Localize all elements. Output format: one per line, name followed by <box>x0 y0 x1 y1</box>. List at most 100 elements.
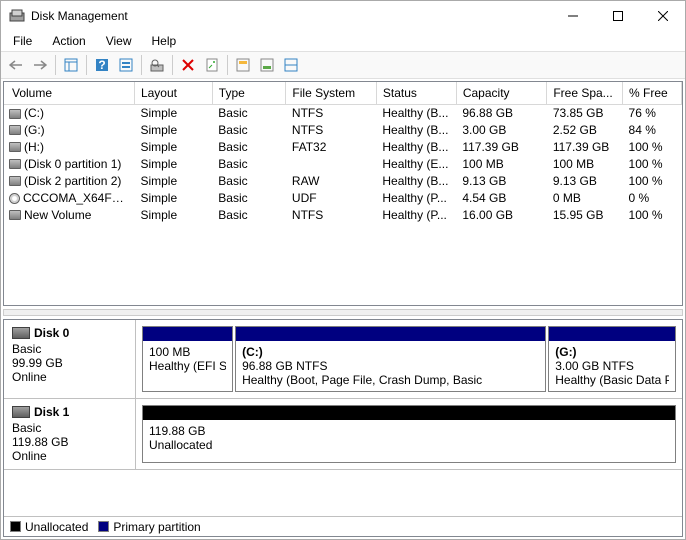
volume-type: Basic <box>212 172 286 189</box>
layout-button[interactable] <box>280 54 302 76</box>
partition[interactable]: (C:) 96.88 GB NTFS Healthy (Boot, Page F… <box>235 326 546 392</box>
volume-pct: 76 % <box>623 104 682 121</box>
volume-pct: 100 % <box>623 172 682 189</box>
drive-icon <box>9 142 21 152</box>
properties-button[interactable] <box>201 54 223 76</box>
volume-status: Healthy (E... <box>376 155 456 172</box>
partition[interactable]: (G:) 3.00 GB NTFS Healthy (Basic Data Pa… <box>548 326 676 392</box>
menu-file[interactable]: File <box>5 32 40 50</box>
volume-free: 2.52 GB <box>547 121 623 138</box>
partition-desc: Healthy (Basic Data Partition) <box>555 373 669 387</box>
delete-button[interactable] <box>177 54 199 76</box>
volume-type: Basic <box>212 206 286 223</box>
disk-row[interactable]: Disk 0 Basic 99.99 GB Online 100 MB Heal… <box>4 320 682 399</box>
table-row[interactable]: (C:) Simple Basic NTFS Healthy (B... 96.… <box>4 104 682 121</box>
volume-layout: Simple <box>134 206 212 223</box>
table-row[interactable]: (Disk 2 partition 2) Simple Basic RAW He… <box>4 172 682 189</box>
disk-type: Basic <box>12 342 127 356</box>
settings-bottom-button[interactable] <box>256 54 278 76</box>
settings-top-button[interactable] <box>232 54 254 76</box>
volume-free: 0 MB <box>547 189 623 206</box>
volume-free: 9.13 GB <box>547 172 623 189</box>
volume-status: Healthy (B... <box>376 121 456 138</box>
drive-icon <box>9 193 20 204</box>
partition-size: 3.00 GB NTFS <box>555 359 669 373</box>
maximize-button[interactable] <box>595 2 640 31</box>
partition-desc: Healthy (EFI Sys <box>149 359 226 373</box>
minimize-button[interactable] <box>550 2 595 31</box>
partition-bar <box>143 327 232 341</box>
col-layout[interactable]: Layout <box>134 82 212 104</box>
volume-pct: 84 % <box>623 121 682 138</box>
disk-type: Basic <box>12 421 127 435</box>
rescan-button[interactable] <box>146 54 168 76</box>
partition[interactable]: 119.88 GB Unallocated <box>142 405 676 463</box>
partition-size: 100 MB <box>149 345 226 359</box>
volume-type: Basic <box>212 155 286 172</box>
volume-fs: FAT32 <box>286 138 376 155</box>
menubar: File Action View Help <box>1 31 685 51</box>
help-button[interactable]: ? <box>91 54 113 76</box>
legend: Unallocated Primary partition <box>4 516 682 536</box>
menu-action[interactable]: Action <box>44 32 93 50</box>
volume-type: Basic <box>212 121 286 138</box>
splitter[interactable] <box>3 309 683 316</box>
drive-icon <box>9 125 21 135</box>
col-pct[interactable]: % Free <box>623 82 682 104</box>
volume-capacity: 9.13 GB <box>456 172 546 189</box>
legend-primary-swatch <box>98 521 109 532</box>
volume-status: Healthy (P... <box>376 206 456 223</box>
disk-info[interactable]: Disk 1 Basic 119.88 GB Online <box>4 399 136 469</box>
volume-type: Basic <box>212 104 286 121</box>
volume-capacity: 117.39 GB <box>456 138 546 155</box>
legend-unallocated-label: Unallocated <box>25 520 88 534</box>
refresh-button[interactable] <box>115 54 137 76</box>
volume-fs: UDF <box>286 189 376 206</box>
volume-layout: Simple <box>134 138 212 155</box>
column-headers[interactable]: Volume Layout Type File System Status Ca… <box>4 82 682 104</box>
volume-fs: NTFS <box>286 206 376 223</box>
forward-button[interactable] <box>29 54 51 76</box>
table-row[interactable]: (G:) Simple Basic NTFS Healthy (B... 3.0… <box>4 121 682 138</box>
col-fs[interactable]: File System <box>286 82 376 104</box>
volume-list[interactable]: Volume Layout Type File System Status Ca… <box>3 81 683 306</box>
drive-icon <box>9 159 21 169</box>
volume-pct: 100 % <box>623 206 682 223</box>
col-free[interactable]: Free Spa... <box>547 82 623 104</box>
disk-icon <box>12 327 30 339</box>
table-row[interactable]: (H:) Simple Basic FAT32 Healthy (B... 11… <box>4 138 682 155</box>
volume-name: (H:) <box>24 140 44 154</box>
menu-help[interactable]: Help <box>144 32 185 50</box>
table-row[interactable]: New Volume Simple Basic NTFS Healthy (P.… <box>4 206 682 223</box>
show-hide-tree-button[interactable] <box>60 54 82 76</box>
partition-size: 119.88 GB <box>149 424 669 438</box>
drive-icon <box>9 176 21 186</box>
volume-capacity: 16.00 GB <box>456 206 546 223</box>
disk-row[interactable]: Disk 1 Basic 119.88 GB Online 119.88 GB … <box>4 399 682 470</box>
volume-name: (G:) <box>24 123 45 137</box>
partition[interactable]: 100 MB Healthy (EFI Sys <box>142 326 233 392</box>
close-button[interactable] <box>640 2 685 31</box>
disk-name: Disk 0 <box>34 326 69 340</box>
partition-desc: Healthy (Boot, Page File, Crash Dump, Ba… <box>242 373 539 387</box>
disk-size: 119.88 GB <box>12 435 127 449</box>
volume-name: (C:) <box>24 106 44 120</box>
table-row[interactable]: CCCOMA_X64FRE... Simple Basic UDF Health… <box>4 189 682 206</box>
volume-free: 15.95 GB <box>547 206 623 223</box>
back-button[interactable] <box>5 54 27 76</box>
legend-primary-label: Primary partition <box>113 520 200 534</box>
disk-size: 99.99 GB <box>12 356 127 370</box>
menu-view[interactable]: View <box>98 32 140 50</box>
col-status[interactable]: Status <box>376 82 456 104</box>
table-row[interactable]: (Disk 0 partition 1) Simple Basic Health… <box>4 155 682 172</box>
partitions: 100 MB Healthy (EFI Sys (C:) 96.88 GB NT… <box>136 320 682 398</box>
volume-fs: NTFS <box>286 121 376 138</box>
disk-info[interactable]: Disk 0 Basic 99.99 GB Online <box>4 320 136 398</box>
col-capacity[interactable]: Capacity <box>456 82 546 104</box>
col-volume[interactable]: Volume <box>4 82 134 104</box>
col-type[interactable]: Type <box>212 82 286 104</box>
partition-desc: Unallocated <box>149 438 669 452</box>
volume-layout: Simple <box>134 189 212 206</box>
volume-fs <box>286 155 376 172</box>
volume-status: Healthy (B... <box>376 104 456 121</box>
